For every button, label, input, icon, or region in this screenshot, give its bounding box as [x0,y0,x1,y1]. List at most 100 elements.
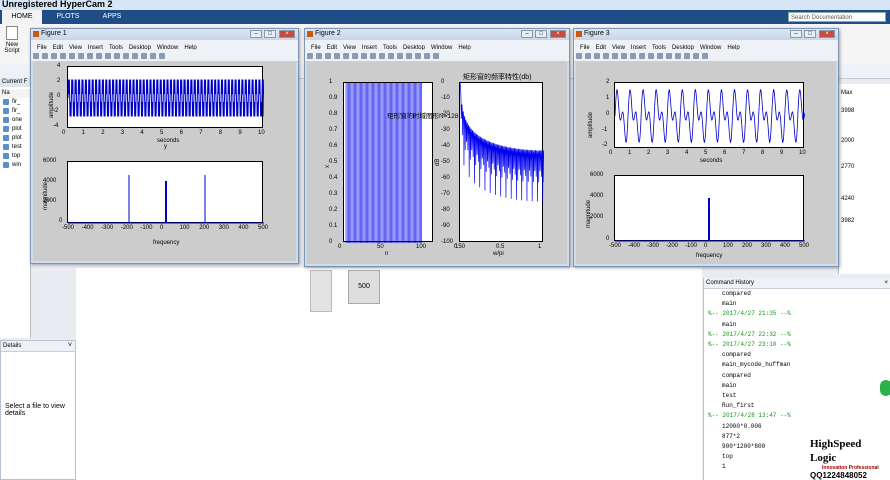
column-header-name[interactable]: Na [0,89,30,98]
tab-plots[interactable]: PLOTS [48,10,88,24]
rotate-icon[interactable] [648,53,654,59]
history-entry[interactable]: test [722,392,736,399]
print-icon[interactable] [334,53,340,59]
close-button[interactable]: × [550,30,566,38]
pan-icon[interactable] [639,53,645,59]
zoom-in-icon[interactable] [78,53,84,59]
brush-icon[interactable] [397,53,403,59]
history-entry[interactable]: main [722,382,736,389]
colorbar-icon[interactable] [415,53,421,59]
file-item[interactable]: fir_ [0,107,30,116]
open-icon[interactable] [585,53,591,59]
save-icon[interactable] [594,53,600,59]
side-handle-icon[interactable] [880,380,890,396]
pointer-icon[interactable] [612,53,618,59]
tab-home[interactable]: HOME [2,10,42,24]
new-icon[interactable] [307,53,313,59]
tab-apps[interactable]: APPS [92,10,132,24]
history-section-header[interactable]: %-- 2017/4/27 21:35 --% [708,310,791,317]
figure-title-bar[interactable]: Figure 3 – □ × [574,29,838,40]
link-icon[interactable] [132,53,138,59]
colorbar-icon[interactable] [684,53,690,59]
search-documentation-input[interactable]: Search Documentation [788,12,886,22]
pointer-icon[interactable] [69,53,75,59]
pointer-icon[interactable] [343,53,349,59]
minimize-button[interactable]: – [250,30,262,38]
grid-icon[interactable] [159,53,165,59]
chevron-down-icon[interactable]: ˅ [68,341,72,351]
figure-title-bar[interactable]: Figure 2 – □ × [305,29,569,40]
file-item[interactable]: fir_ [0,98,30,107]
close-button[interactable]: × [279,30,295,38]
plot-amplitude-fig3[interactable] [614,82,805,148]
history-section-header[interactable]: %-- 2017/4/27 23:10 --% [708,341,791,348]
history-entry[interactable]: main [722,321,736,328]
plot-magnitude-fig3[interactable] [614,175,805,242]
plot-amplitude-fig1[interactable] [67,66,264,128]
new-icon[interactable] [33,53,39,59]
open-icon[interactable] [42,53,48,59]
file-item[interactable]: plot [0,134,30,143]
legend-icon[interactable] [424,53,430,59]
file-item[interactable]: top [0,152,30,161]
minimize-button[interactable]: – [521,30,533,38]
history-entry[interactable]: 1 [722,463,726,470]
legend-icon[interactable] [150,53,156,59]
print-icon[interactable] [60,53,66,59]
legend-icon[interactable] [693,53,699,59]
history-entry[interactable]: compared [722,290,751,297]
save-icon[interactable] [325,53,331,59]
minimize-button[interactable]: – [790,30,802,38]
zoom-in-icon[interactable] [621,53,627,59]
file-item[interactable]: plot [0,125,30,134]
plot-magnitude-fig1[interactable] [67,161,264,224]
history-entry[interactable]: main [722,300,736,307]
close-icon[interactable]: × [884,278,888,288]
zoom-out-icon[interactable] [361,53,367,59]
datacursor-icon[interactable] [657,53,663,59]
brush-icon[interactable] [123,53,129,59]
zoom-out-icon[interactable] [630,53,636,59]
history-entry[interactable]: compared [722,351,751,358]
new-script-button[interactable]: New Script [2,26,22,54]
file-item[interactable]: one [0,116,30,125]
file-item[interactable]: test [0,143,30,152]
history-entry[interactable]: top [722,453,733,460]
datacursor-icon[interactable] [388,53,394,59]
rotate-icon[interactable] [379,53,385,59]
maximize-button[interactable]: □ [804,30,816,38]
link-icon[interactable] [675,53,681,59]
maximize-button[interactable]: □ [535,30,547,38]
save-icon[interactable] [51,53,57,59]
pan-icon[interactable] [96,53,102,59]
close-button[interactable]: × [819,30,835,38]
plot-frequency-response[interactable] [459,82,544,242]
zoom-in-icon[interactable] [352,53,358,59]
figure-title-bar[interactable]: Figure 1 – □ × [31,29,298,40]
figure-2-window[interactable]: Figure 2 – □ × File Edit View Insert Tools De… [304,28,570,267]
zoom-out-icon[interactable] [87,53,93,59]
grid-icon[interactable] [702,53,708,59]
history-entry[interactable]: 900*1200*800 [722,443,765,450]
open-icon[interactable] [316,53,322,59]
plot-time-window[interactable] [343,82,433,243]
history-entry[interactable]: compared [722,372,751,379]
history-section-header[interactable]: %-- 2017/4/27 22:32 --% [708,331,791,338]
datacursor-icon[interactable] [114,53,120,59]
colorbar-icon[interactable] [141,53,147,59]
history-entry[interactable]: Run_first [722,402,754,409]
pan-icon[interactable] [370,53,376,59]
history-entry[interactable]: 12000*0.006 [722,423,762,430]
new-icon[interactable] [576,53,582,59]
figure-3-window[interactable]: Figure 3 – □ × File Edit View Insert Tools De… [573,28,839,267]
file-item[interactable]: win [0,161,30,170]
grid-icon[interactable] [433,53,439,59]
brush-icon[interactable] [666,53,672,59]
history-entry[interactable]: main_mycode_huffman [722,361,790,368]
print-icon[interactable] [603,53,609,59]
command-window[interactable] [76,268,702,480]
figure-1-window[interactable]: Figure 1 – □ × File Edit View Insert Tools De… [30,28,299,264]
link-icon[interactable] [406,53,412,59]
maximize-button[interactable]: □ [264,30,276,38]
history-entry[interactable]: 877*2 [722,433,740,440]
